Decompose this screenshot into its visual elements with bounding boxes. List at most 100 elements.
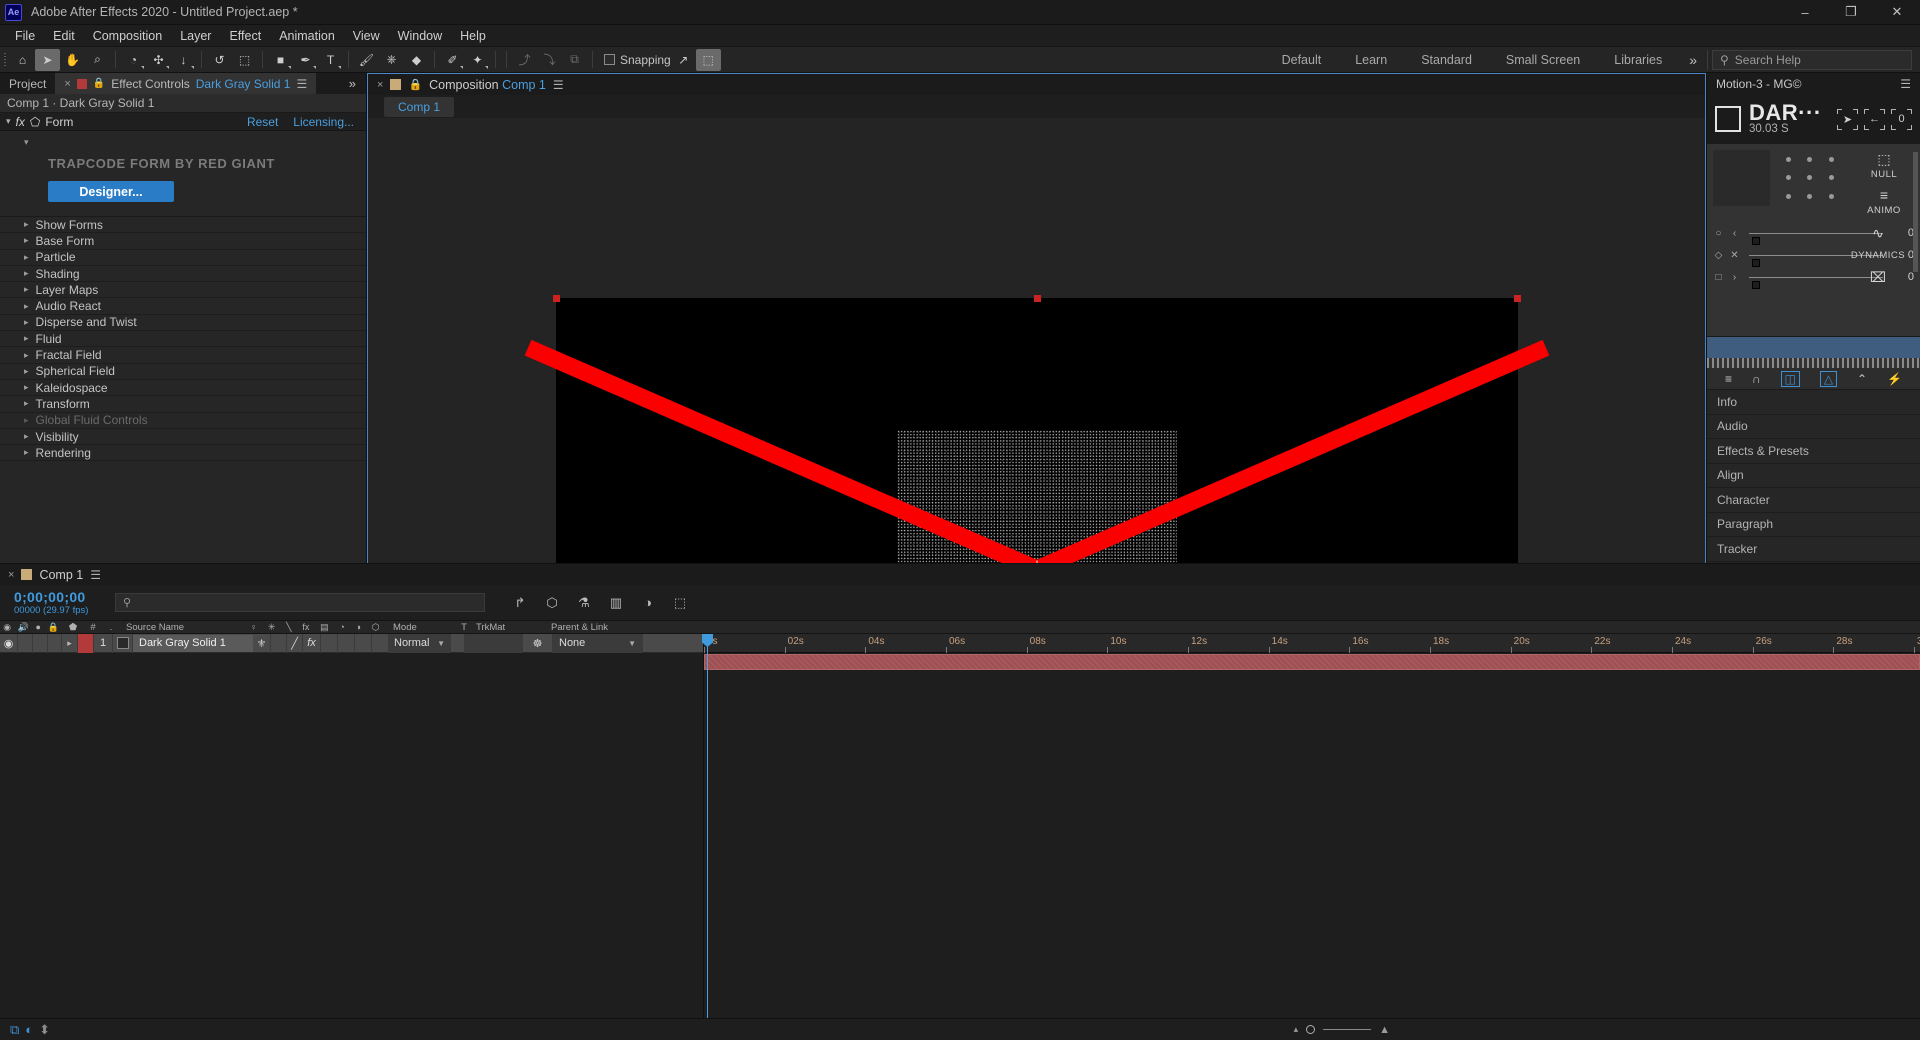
roto-brush-tool[interactable]: ⬚ — [232, 49, 257, 71]
snap-align-icon[interactable]: ↗ — [671, 49, 696, 71]
world-axis-icon[interactable]: ⤵ — [537, 49, 562, 71]
table-row[interactable]: ◉ ▸ 1 Dark Gray Solid 1 ⚜ ╱ fx Normal ▼ … — [0, 633, 703, 653]
anchor-dot[interactable] — [1786, 194, 1792, 200]
quality-switch[interactable]: ╱ — [287, 633, 303, 653]
video-visibility-toggle[interactable]: ◉ — [0, 633, 18, 653]
frame-blend-switch[interactable] — [321, 633, 338, 653]
chevron-right-icon[interactable]: ▸ — [24, 350, 29, 361]
brand-chevron-icon[interactable]: ▾ — [0, 137, 366, 148]
triangle-box-icon[interactable]: △ — [1819, 370, 1838, 387]
chevron-right-icon[interactable]: ▸ — [24, 301, 29, 312]
effect-controls-tab[interactable]: × 🔒 Effect Controls Dark Gray Solid 1 ☰ — [55, 73, 317, 94]
layer-duration-bar[interactable] — [704, 654, 1920, 670]
chevron-right-icon[interactable]: ▸ — [24, 333, 29, 344]
diamond-icon[interactable]: ◇ — [1713, 250, 1724, 261]
composition-mini-flowchart-icon[interactable]: ↱ — [512, 595, 528, 611]
puppet-pin-tool[interactable]: ✐ — [440, 49, 465, 71]
timeline-track-area[interactable]: 0s02s04s06s08s10s12s14s16s18s20s22s24s26… — [702, 634, 1920, 1018]
licensing-button[interactable]: Licensing... — [293, 115, 366, 129]
lock-icon[interactable]: 🔒 — [47, 622, 58, 633]
panel-menu-icon[interactable]: ☰ — [296, 77, 307, 91]
3d-switch[interactable] — [372, 633, 389, 653]
menu-animation[interactable]: Animation — [270, 27, 344, 45]
maximize-button[interactable]: ❐ — [1828, 0, 1874, 25]
collapse-switch-icon[interactable]: ✳ — [268, 622, 276, 633]
selection-handle[interactable] — [1033, 294, 1041, 302]
layer-search-field[interactable]: ⚲ — [115, 593, 485, 612]
chevron-down-icon[interactable]: ▾ — [6, 116, 11, 127]
menu-file[interactable]: File — [6, 27, 44, 45]
split-view-icon[interactable]: ◫ — [1780, 370, 1800, 387]
panel-tab-align[interactable]: Align — [1707, 463, 1920, 488]
effect-group-audio-react[interactable]: ▸ Audio React — [0, 298, 366, 315]
hide-shy-layers-icon[interactable]: ⚗ — [576, 595, 592, 611]
effect-group-kaleidospace[interactable]: ▸ Kaleidospace — [0, 380, 366, 397]
effect-group-particle[interactable]: ▸ Particle — [0, 250, 366, 266]
menu-layer[interactable]: Layer — [171, 27, 220, 45]
effect-group-shading[interactable]: ▸ Shading — [0, 266, 366, 283]
anchor-dot[interactable] — [1807, 156, 1813, 162]
snap-grid-icon[interactable]: ⬚ — [695, 48, 721, 71]
workspace-standard[interactable]: Standard — [1404, 47, 1489, 73]
anchor-dot[interactable] — [1828, 175, 1834, 181]
chevron-right-icon[interactable]: ▸ — [24, 366, 29, 377]
audio-toggle[interactable] — [18, 633, 33, 653]
adjustment-switch[interactable] — [355, 633, 372, 653]
zero-value-icon[interactable]: 0 — [1891, 108, 1912, 130]
motion-timeline-bar[interactable] — [1707, 336, 1920, 358]
close-button[interactable]: ✕ — [1874, 0, 1920, 25]
lightning-icon[interactable]: ⚡ — [1887, 372, 1902, 386]
close-icon[interactable]: × — [377, 79, 383, 91]
solo-toggle[interactable] — [33, 633, 48, 653]
chevron-right-icon[interactable]: ▸ — [24, 219, 29, 230]
panel-menu-icon[interactable]: ☰ — [90, 568, 101, 582]
rotation-tool[interactable]: ↺ — [207, 49, 232, 71]
arc-icon[interactable]: ∩ — [1752, 372, 1761, 386]
shy-switch[interactable]: ⚜ — [253, 633, 271, 653]
audio-icon[interactable]: 🔊 — [18, 622, 29, 633]
menu-help[interactable]: Help — [451, 27, 495, 45]
menu-window[interactable]: Window — [389, 27, 451, 45]
motion-blur-icon[interactable]: ◑ — [640, 595, 656, 611]
anchor-dot[interactable] — [1807, 194, 1813, 200]
motion-preview-thumb[interactable] — [1713, 150, 1770, 206]
graph-editor-icon[interactable]: ⬚ — [672, 595, 688, 611]
parent-dropdown[interactable]: None ▼ — [553, 633, 643, 653]
motion-tool-column-null[interactable]: ⬚ NULL ≡ ANIMO — [1854, 150, 1914, 217]
chevron-left-icon[interactable]: ‹ — [1729, 228, 1740, 239]
local-axis-icon[interactable]: ⤴ — [512, 49, 537, 71]
cursor-select-icon[interactable]: ➤ — [1837, 108, 1858, 130]
motion-blur-switch[interactable] — [338, 633, 355, 653]
puppet-starch-tool[interactable]: ✦ — [465, 49, 490, 71]
chevron-right-icon[interactable]: ▸ — [24, 235, 29, 246]
effect-group-fluid[interactable]: ▸ Fluid — [0, 331, 366, 348]
cross-icon[interactable]: ✕ — [1729, 250, 1740, 261]
chevron-right-icon[interactable]: ▸ — [24, 268, 29, 279]
panel-tab-audio[interactable]: Audio — [1707, 414, 1920, 439]
menu-composition[interactable]: Composition — [84, 27, 171, 45]
designer-button[interactable]: Designer... — [48, 181, 174, 202]
panel-menu-icon[interactable]: ☰ — [553, 78, 564, 92]
toggle-switches-modes-icon[interactable]: ⧉ — [10, 1022, 19, 1038]
menu-view[interactable]: View — [344, 27, 389, 45]
frame-render-time-icon[interactable]: ◐ — [25, 1022, 33, 1037]
chevron-right-icon[interactable]: ▸ — [24, 415, 29, 426]
anchor-dot[interactable] — [1807, 175, 1813, 181]
menu-lines-icon[interactable]: ≡ — [1725, 372, 1732, 386]
brush-tool[interactable]: 🖌 — [354, 49, 379, 71]
toolbar-grip[interactable] — [0, 47, 10, 73]
effect-group-spherical-field[interactable]: ▸ Spherical Field — [0, 364, 366, 380]
video-visibility-icon[interactable]: ◉ — [3, 622, 11, 633]
draft-3d-icon[interactable]: ⬡ — [544, 595, 560, 611]
time-ruler[interactable]: 0s02s04s06s08s10s12s14s16s18s20s22s24s26… — [704, 634, 1920, 653]
solo-icon[interactable]: ● — [35, 622, 40, 632]
blend-mode-dropdown[interactable]: Normal ▼ — [389, 633, 451, 653]
pan-behind-tool[interactable]: ✣ — [146, 49, 171, 71]
panel-tab-paragraph[interactable]: Paragraph — [1707, 512, 1920, 537]
panel-tab-tracker[interactable]: Tracker — [1707, 537, 1920, 562]
snapping-toggle[interactable]: Snapping — [604, 53, 671, 67]
hand-tool[interactable]: ✋ — [60, 49, 85, 71]
effect-group-disperse-and-twist[interactable]: ▸ Disperse and Twist — [0, 315, 366, 332]
chevron-right-icon[interactable]: ▸ — [24, 382, 29, 393]
parent-pickwhip-icon[interactable]: ☸ — [523, 633, 553, 653]
